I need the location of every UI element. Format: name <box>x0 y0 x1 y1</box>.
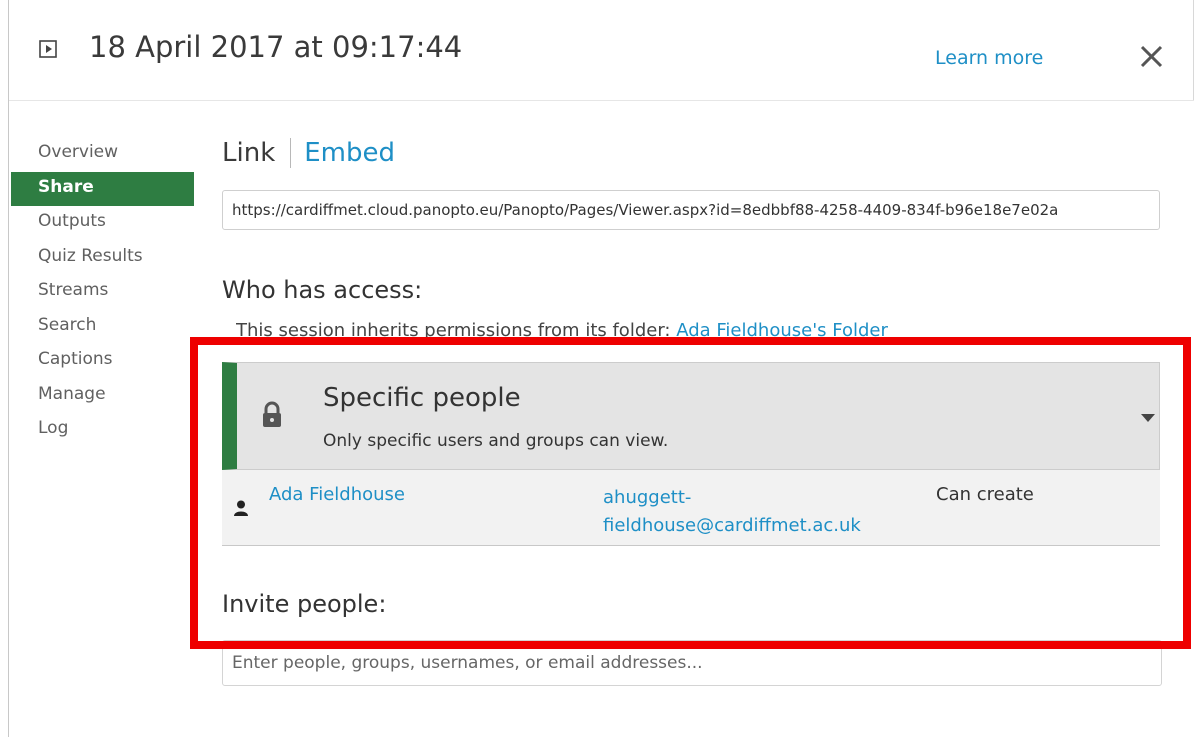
invite-people-heading: Invite people: <box>222 590 387 618</box>
close-icon <box>1140 45 1163 68</box>
inherit-folder-link[interactable]: Ada Fieldhouse's Folder <box>676 320 888 341</box>
sidebar-item-log[interactable]: Log <box>11 413 194 448</box>
sidebar-item-outputs[interactable]: Outputs <box>11 206 194 241</box>
user-email-line2: fieldhouse@cardiffmet.ac.uk <box>603 515 861 536</box>
sidebar-item-overview[interactable]: Overview <box>11 137 194 172</box>
sidebar-item-quiz-results[interactable]: Quiz Results <box>11 241 194 276</box>
caret-down-icon[interactable] <box>1141 409 1155 422</box>
tab-embed[interactable]: Embed <box>304 138 395 168</box>
sidebar-item-captions[interactable]: Captions <box>11 344 194 379</box>
lock-icon <box>261 401 283 429</box>
tab-link[interactable]: Link <box>222 138 275 168</box>
sidebar-nav: Overview Share Outputs Quiz Results Stre… <box>11 137 194 448</box>
sidebar-item-streams[interactable]: Streams <box>11 275 194 310</box>
session-title: 18 April 2017 at 09:17:44 <box>89 30 463 64</box>
close-button[interactable] <box>1137 42 1167 72</box>
dialog-header: 18 April 2017 at 09:17:44 Learn more <box>9 0 1194 101</box>
user-name-link[interactable]: Ada Fieldhouse <box>269 484 405 505</box>
share-link-field[interactable]: https://cardiffmet.cloud.panopto.eu/Pano… <box>222 190 1160 230</box>
who-has-access-heading: Who has access: <box>222 276 423 304</box>
user-email-link[interactable]: ahuggett- fieldhouse@cardiffmet.ac.uk <box>603 484 913 540</box>
sidebar-item-search[interactable]: Search <box>11 310 194 345</box>
inherit-permissions-note: This session inherits permissions from i… <box>236 320 888 342</box>
invite-people-input[interactable]: Enter people, groups, usernames, or emai… <box>222 640 1162 686</box>
user-icon <box>234 500 248 516</box>
sidebar-item-share[interactable]: Share <box>11 171 194 206</box>
user-email-line1: ahuggett- <box>603 487 692 508</box>
access-user-row: Ada Fieldhouse ahuggett- fieldhouse@card… <box>222 470 1160 546</box>
sidebar-item-manage[interactable]: Manage <box>11 379 194 414</box>
user-role: Can create <box>936 484 1034 505</box>
window-left-border <box>8 0 9 737</box>
access-level-dropdown[interactable]: Specific people Only specific users and … <box>222 362 1160 470</box>
access-level-description: Only specific users and groups can view. <box>323 431 669 451</box>
learn-more-link[interactable]: Learn more <box>935 47 1043 69</box>
tab-divider <box>290 138 292 168</box>
inherit-text: This session inherits permissions from i… <box>236 320 677 341</box>
play-icon <box>39 40 57 58</box>
access-level-title: Specific people <box>323 383 521 413</box>
share-tabs: Link Embed <box>222 138 395 168</box>
